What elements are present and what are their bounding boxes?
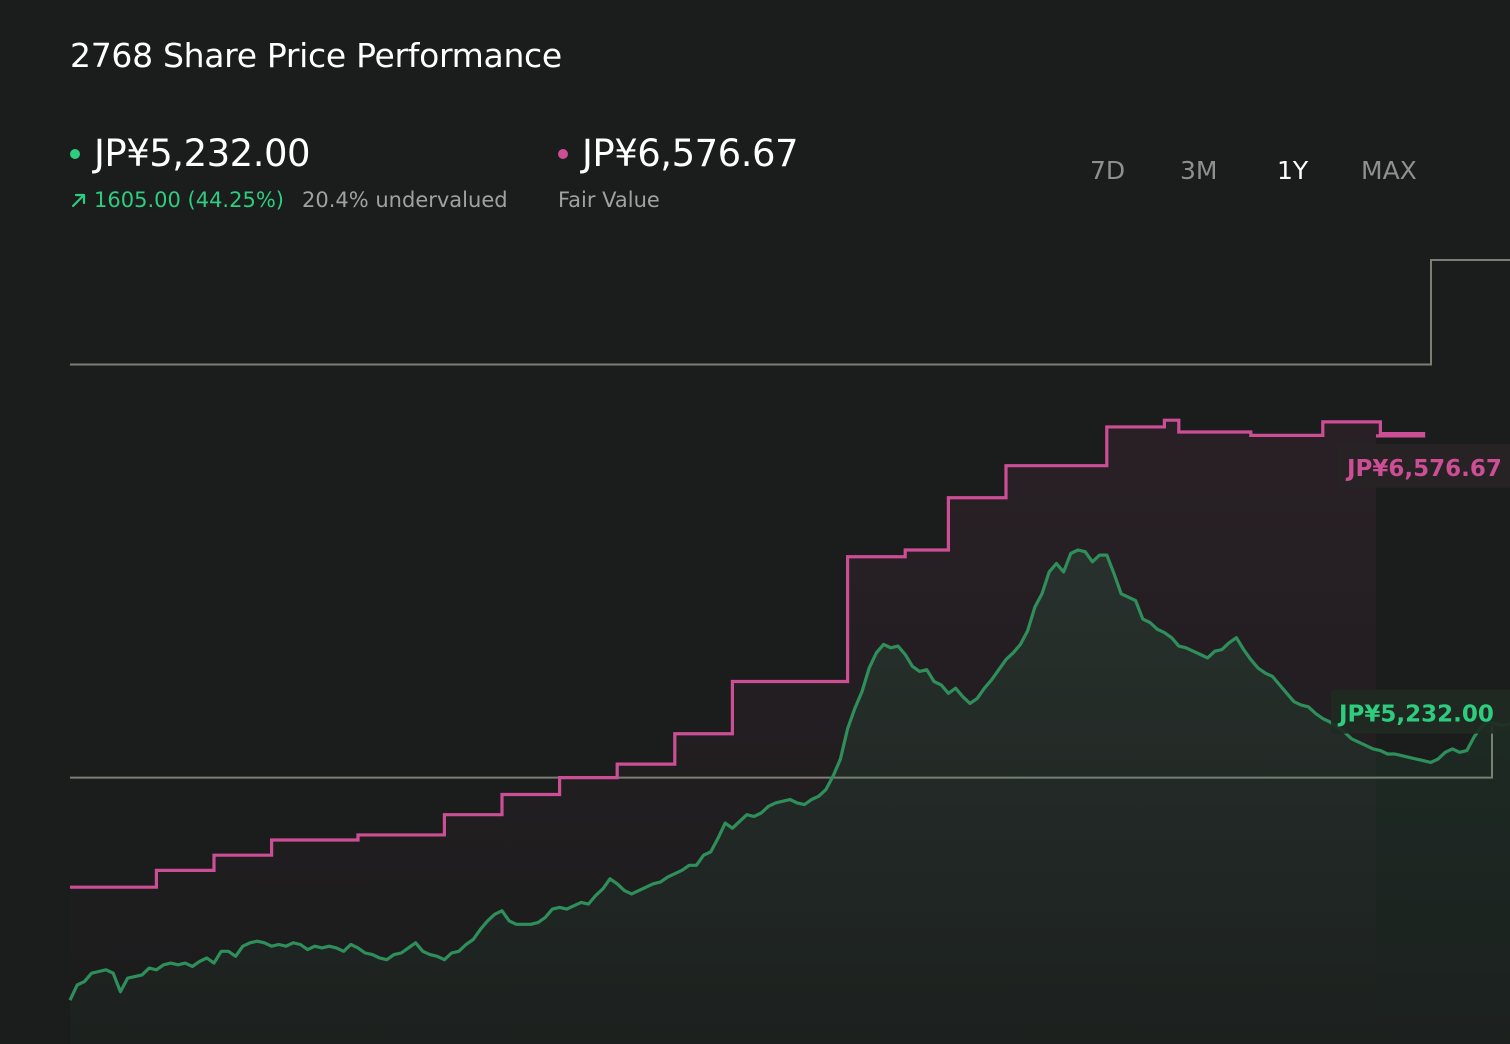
- share-price-end-label: JP¥5,232.00: [1337, 702, 1494, 728]
- fair-value-end-label: JP¥6,576.67: [1345, 456, 1502, 482]
- reference-line-upper: [70, 259, 1510, 366]
- price-chart: JP¥6,576.67 JP¥5,232.00: [68, 259, 1510, 1044]
